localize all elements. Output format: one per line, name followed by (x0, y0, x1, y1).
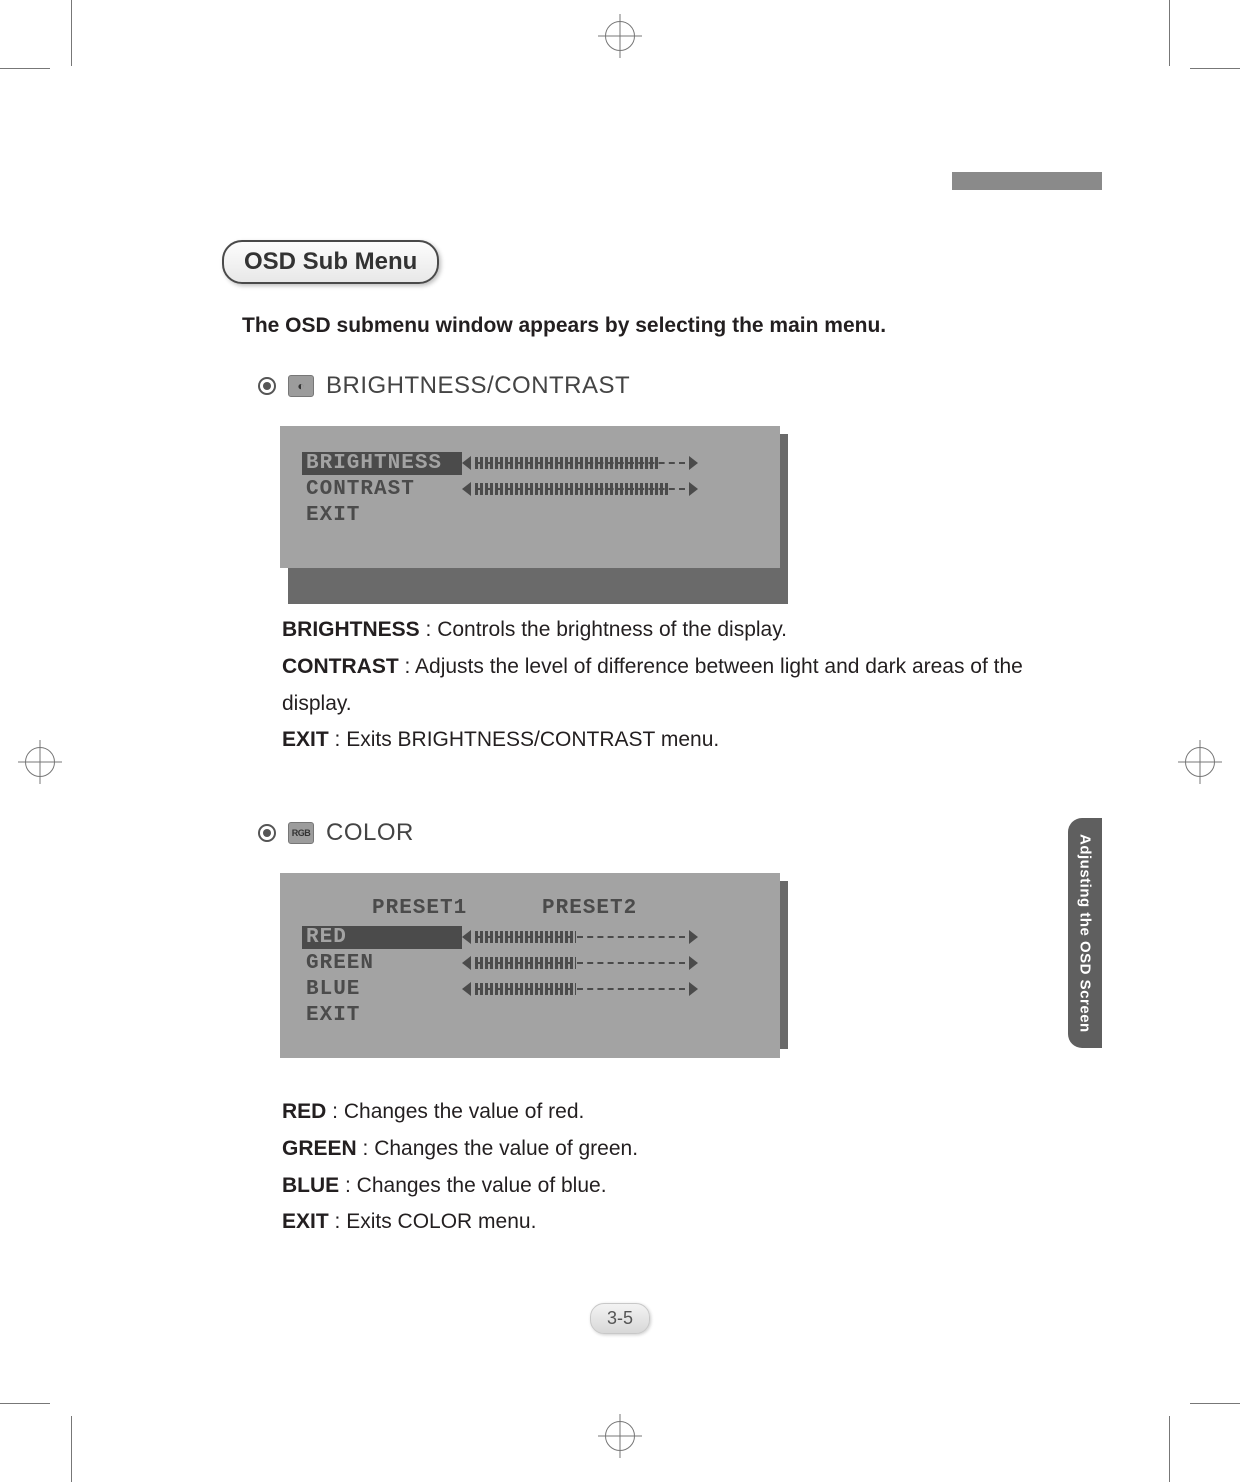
description-term: GREEN (282, 1137, 357, 1160)
arrow-left-icon (462, 930, 471, 944)
description-term: RED (282, 1100, 326, 1123)
osd-color-panel: PRESET1PRESET2 RED GREEN BLUE EXIT (280, 873, 1082, 1058)
description-term: BRIGHTNESS (282, 618, 420, 641)
osd-slider (475, 957, 685, 969)
submenu-heading: OSD Sub Menu (222, 240, 439, 284)
description-text: : Controls the brightness of the display… (420, 618, 787, 641)
crop-mark (0, 1403, 50, 1404)
description-line: BLUE : Changes the value of blue. (282, 1168, 1082, 1205)
crop-mark (1190, 1403, 1240, 1404)
osd-panel: BRIGHTNESS CONTRAST EXIT (280, 426, 780, 568)
description-text: : Exits COLOR menu. (329, 1210, 537, 1233)
crop-mark (71, 0, 72, 66)
description-text: : Changes the value of green. (357, 1137, 638, 1160)
description-term: CONTRAST (282, 655, 399, 678)
page-number-text: 3-5 (607, 1308, 633, 1328)
arrow-left-icon (462, 982, 471, 996)
manual-page: Adjusting the OSD Screen OSD Sub Menu Th… (0, 0, 1240, 1482)
osd-row: BLUE (302, 976, 758, 1002)
bullet-icon (258, 377, 276, 395)
description-text: : Changes the value of red. (326, 1100, 584, 1123)
osd-row: BRIGHTNESS (302, 450, 758, 476)
bullet-icon (258, 824, 276, 842)
osd-row-label: BRIGHTNESS (302, 452, 462, 475)
section-header-color: RGB COLOR (258, 819, 1082, 847)
osd-slider (475, 457, 685, 469)
description-text: : Exits BRIGHTNESS/CONTRAST menu. (329, 728, 720, 751)
osd-row: GREEN (302, 950, 758, 976)
crop-mark (71, 1416, 72, 1482)
osd-slider (475, 483, 685, 495)
osd-row-label: GREEN (302, 952, 462, 975)
arrow-right-icon (689, 930, 698, 944)
registration-mark-icon (18, 740, 62, 784)
registration-mark-icon (598, 1414, 642, 1458)
crop-mark (0, 68, 50, 69)
color-descriptions: RED : Changes the value of red.GREEN : C… (282, 1094, 1082, 1241)
description-line: EXIT : Exits COLOR menu. (282, 1204, 1082, 1241)
arrow-right-icon (689, 456, 698, 470)
osd-row-label: EXIT (302, 504, 462, 527)
description-line: CONTRAST : Adjusts the level of differen… (282, 649, 1082, 723)
osd-panel: PRESET1PRESET2 RED GREEN BLUE EXIT (280, 873, 780, 1058)
osd-row: RED (302, 924, 758, 950)
osd-slider (475, 931, 685, 943)
registration-mark-icon (1178, 740, 1222, 784)
description-term: EXIT (282, 1210, 329, 1233)
description-term: BLUE (282, 1174, 339, 1197)
header-accent-bar (952, 172, 1102, 190)
description-line: EXIT : Exits BRIGHTNESS/CONTRAST menu. (282, 722, 1082, 759)
submenu-heading-text: OSD Sub Menu (244, 248, 417, 275)
osd-slider (475, 983, 685, 995)
osd-row: EXIT (302, 502, 758, 528)
crop-mark (1169, 1416, 1170, 1482)
osd-row-label: BLUE (302, 978, 462, 1001)
section-header-brightness: ◐ BRIGHTNESS/CONTRAST (258, 372, 1082, 400)
brightness-descriptions: BRIGHTNESS : Controls the brightness of … (282, 612, 1082, 759)
rgb-icon: RGB (288, 822, 314, 844)
description-line: BRIGHTNESS : Controls the brightness of … (282, 612, 1082, 649)
crop-mark (1169, 0, 1170, 66)
arrow-left-icon (462, 482, 471, 496)
preset-row: PRESET1PRESET2 (302, 897, 758, 920)
osd-row: CONTRAST (302, 476, 758, 502)
arrow-left-icon (462, 456, 471, 470)
preset-label: PRESET1 (372, 897, 542, 920)
description-line: RED : Changes the value of red. (282, 1094, 1082, 1131)
osd-brightness-panel: BRIGHTNESS CONTRAST EXIT (280, 426, 1082, 568)
osd-row-label: RED (302, 926, 462, 949)
arrow-right-icon (689, 482, 698, 496)
arrow-right-icon (689, 956, 698, 970)
page-number: 3-5 (590, 1303, 650, 1334)
arrow-left-icon (462, 956, 471, 970)
section-title: BRIGHTNESS/CONTRAST (326, 372, 630, 400)
description-text: : Changes the value of blue. (339, 1174, 606, 1197)
osd-row-label: CONTRAST (302, 478, 462, 501)
description-term: EXIT (282, 728, 329, 751)
content-area: OSD Sub Menu The OSD submenu window appe… (222, 240, 1082, 1241)
brightness-icon: ◐ (288, 375, 314, 397)
arrow-right-icon (689, 982, 698, 996)
intro-text: The OSD submenu window appears by select… (242, 314, 1082, 338)
description-line: GREEN : Changes the value of green. (282, 1131, 1082, 1168)
osd-row: EXIT (302, 1002, 758, 1028)
registration-mark-icon (598, 14, 642, 58)
crop-mark (1190, 68, 1240, 69)
osd-row-label: EXIT (302, 1004, 462, 1027)
section-title: COLOR (326, 819, 414, 847)
preset-label: PRESET2 (542, 897, 637, 920)
